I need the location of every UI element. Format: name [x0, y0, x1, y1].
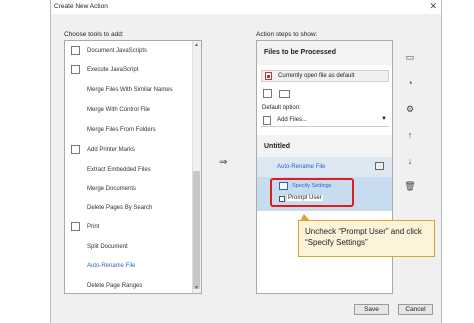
- action-steps-label: Action steps to show:: [256, 31, 318, 38]
- choose-tools-label: Choose tools to add:: [64, 31, 124, 38]
- add-step-icon[interactable]: ▭: [403, 50, 417, 64]
- tool-label: Add Printer Marks: [87, 146, 136, 153]
- tool-label: Execute JavaScript: [87, 66, 139, 73]
- print-icon: [71, 222, 80, 231]
- cancel-button[interactable]: Cancel: [398, 304, 433, 315]
- tool-item-delete-page-ranges[interactable]: Delete Page Ranges: [65, 276, 193, 293]
- tool-label: Document JavaScripts: [87, 47, 148, 54]
- window-title: Create New Action: [54, 3, 108, 10]
- pdf-icon: [265, 72, 272, 80]
- tool-label: Auto-Rename File: [87, 262, 136, 269]
- tool-item-delete-pages-by-search[interactable]: Delete Pages By Search: [65, 198, 193, 217]
- document-icon: [71, 46, 80, 55]
- printer-marks-icon: [71, 145, 80, 154]
- new-file-icon[interactable]: [263, 89, 272, 98]
- tool-item-add-printer-marks[interactable]: Add Printer Marks: [65, 140, 193, 159]
- move-down-icon[interactable]: ↓: [403, 154, 417, 168]
- save-button[interactable]: Save: [354, 304, 389, 315]
- tool-item-document-javascripts[interactable]: Document JavaScripts: [65, 41, 193, 60]
- task-options-icon[interactable]: [375, 162, 384, 170]
- tools-list[interactable]: Document JavaScripts Execute JavaScript …: [64, 40, 202, 294]
- add-time-icon[interactable]: ◔: [403, 76, 417, 90]
- scroll-up-icon[interactable]: ▲: [193, 42, 200, 49]
- tool-item-merge-control-file[interactable]: Merge With Control File: [65, 100, 193, 119]
- instruction-callout: Uncheck “Prompt User” and click “Specify…: [298, 220, 435, 257]
- tool-label: Delete Page Ranges: [87, 282, 143, 289]
- current-file-option[interactable]: Currently open file as default: [261, 70, 389, 82]
- tool-item-execute-javascript[interactable]: Execute JavaScript: [65, 60, 193, 79]
- scroll-thumb[interactable]: [193, 171, 200, 289]
- add-files-label: Add Files...: [277, 117, 308, 123]
- tool-item-print[interactable]: Print: [65, 217, 193, 236]
- tool-item-merge-similar-names[interactable]: Merge Files With Similar Names: [65, 80, 193, 99]
- tool-item-merge-documents[interactable]: Merge Documents: [65, 179, 193, 198]
- tool-item-auto-rename-file[interactable]: Auto-Rename File: [65, 256, 193, 275]
- close-icon[interactable]: ✕: [429, 1, 437, 12]
- task-label: Auto-Rename File: [277, 164, 326, 170]
- highlight-box: [270, 178, 354, 207]
- folder-icon[interactable]: [279, 90, 290, 98]
- script-icon: [71, 65, 80, 74]
- add-files-icon: [263, 116, 271, 125]
- add-to-steps-icon[interactable]: ⇒: [219, 157, 227, 168]
- tool-label: Merge Files With Similar Names: [87, 86, 173, 93]
- tool-label: Extract Embedded Files: [87, 166, 151, 173]
- tool-label: Merge Documents: [87, 185, 137, 192]
- tool-label: Split Document: [87, 243, 128, 250]
- scroll-down-icon[interactable]: ▼: [193, 285, 200, 292]
- settings-gear-icon[interactable]: ⚙: [403, 102, 417, 116]
- tool-label: Merge Files From Folders: [87, 126, 156, 133]
- tool-label: Merge With Control File: [87, 106, 151, 113]
- tool-label: Delete Pages By Search: [87, 204, 153, 211]
- title-bar: Create New Action ✕: [51, 0, 441, 14]
- default-option-label: Default option:: [262, 105, 301, 111]
- trash-icon[interactable]: 🗑: [403, 179, 417, 193]
- move-up-icon[interactable]: ↑: [403, 128, 417, 142]
- chevron-down-icon: ▼: [381, 116, 387, 122]
- scrollbar[interactable]: ▲ ▼: [192, 41, 201, 293]
- tool-item-extract-embedded-files[interactable]: Extract Embedded Files: [65, 160, 193, 179]
- current-file-label: Currently open file as default: [278, 73, 355, 79]
- untitled-section-heading: Untitled: [257, 135, 392, 159]
- files-section-heading: Files to be Processed: [257, 41, 392, 65]
- tool-label: Print: [87, 223, 100, 230]
- tool-item-split-document[interactable]: Split Document: [65, 237, 193, 256]
- task-row-auto-rename[interactable]: Auto-Rename File: [257, 157, 392, 177]
- tool-item-merge-from-folders[interactable]: Merge Files From Folders: [65, 120, 193, 139]
- add-files-dropdown[interactable]: Add Files... ▼: [261, 115, 389, 127]
